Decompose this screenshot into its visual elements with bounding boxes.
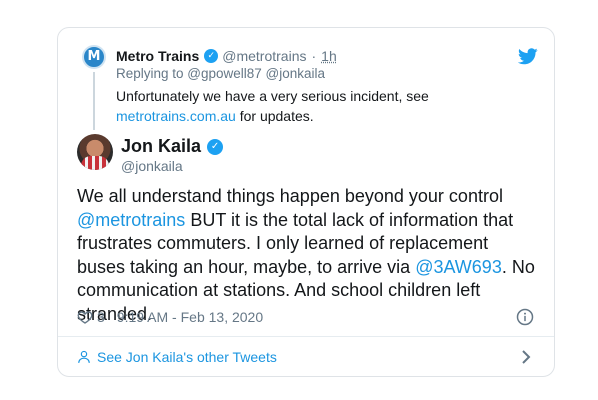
tweet-timestamp[interactable]: 9:19 AM - Feb 13, 2020 bbox=[117, 309, 263, 325]
parent-author-handle[interactable]: @metrotrains bbox=[222, 48, 306, 64]
verified-badge-icon: ✓ bbox=[204, 49, 219, 63]
see-other-tweets-link[interactable]: See Jon Kaila's other Tweets bbox=[77, 347, 277, 367]
parent-text-after-link: for updates. bbox=[235, 108, 314, 124]
main-tweet-text: We all understand things happen beyond y… bbox=[77, 185, 537, 326]
avatar-shirt-graphic bbox=[81, 156, 109, 170]
replying-to-prefix: Replying to bbox=[116, 66, 188, 81]
like-count[interactable]: 3 bbox=[97, 309, 105, 325]
parent-tweet-text: Unfortunately we have a very serious inc… bbox=[116, 86, 446, 126]
replying-to-handles[interactable]: @gpowell87 @jonkaila bbox=[187, 66, 325, 81]
replying-to-line: Replying to @gpowell87 @jonkaila bbox=[116, 66, 325, 81]
parent-tweet-header: Metro Trains ✓ @metrotrains · 1h bbox=[116, 47, 337, 65]
thread-connector-line bbox=[93, 72, 95, 130]
mention-3aw693[interactable]: @3AW693 bbox=[415, 257, 502, 277]
parent-text-before-link: Unfortunately we have a very serious inc… bbox=[116, 88, 429, 104]
parent-tweet-time[interactable]: 1h bbox=[321, 48, 337, 64]
tweet-meta-row: 3 9:19 AM - Feb 13, 2020 bbox=[77, 307, 263, 327]
main-author-name[interactable]: Jon Kaila bbox=[121, 136, 201, 157]
jon-kaila-avatar[interactable] bbox=[77, 134, 113, 170]
verified-badge-icon: ✓ bbox=[207, 138, 224, 155]
footer-divider bbox=[58, 336, 554, 337]
twitter-bird-icon[interactable] bbox=[518, 48, 538, 65]
main-author-handle[interactable]: @jonkaila bbox=[121, 158, 183, 174]
mention-metrotrains[interactable]: @metrotrains bbox=[77, 210, 185, 230]
metrotrains-link[interactable]: metrotrains.com.au bbox=[116, 108, 236, 124]
separator-dot: · bbox=[311, 48, 317, 64]
metro-trains-avatar[interactable]: M bbox=[82, 45, 106, 69]
chevron-right-icon[interactable] bbox=[520, 350, 532, 364]
main-author-row: Jon Kaila ✓ bbox=[121, 136, 227, 157]
see-other-tweets-label: See Jon Kaila's other Tweets bbox=[97, 349, 277, 365]
parent-author-name[interactable]: Metro Trains bbox=[116, 48, 199, 64]
info-icon[interactable] bbox=[516, 308, 534, 326]
tweet-text-part: We all understand things happen beyond y… bbox=[77, 186, 503, 206]
user-icon bbox=[78, 350, 90, 363]
heart-icon[interactable] bbox=[77, 309, 93, 325]
